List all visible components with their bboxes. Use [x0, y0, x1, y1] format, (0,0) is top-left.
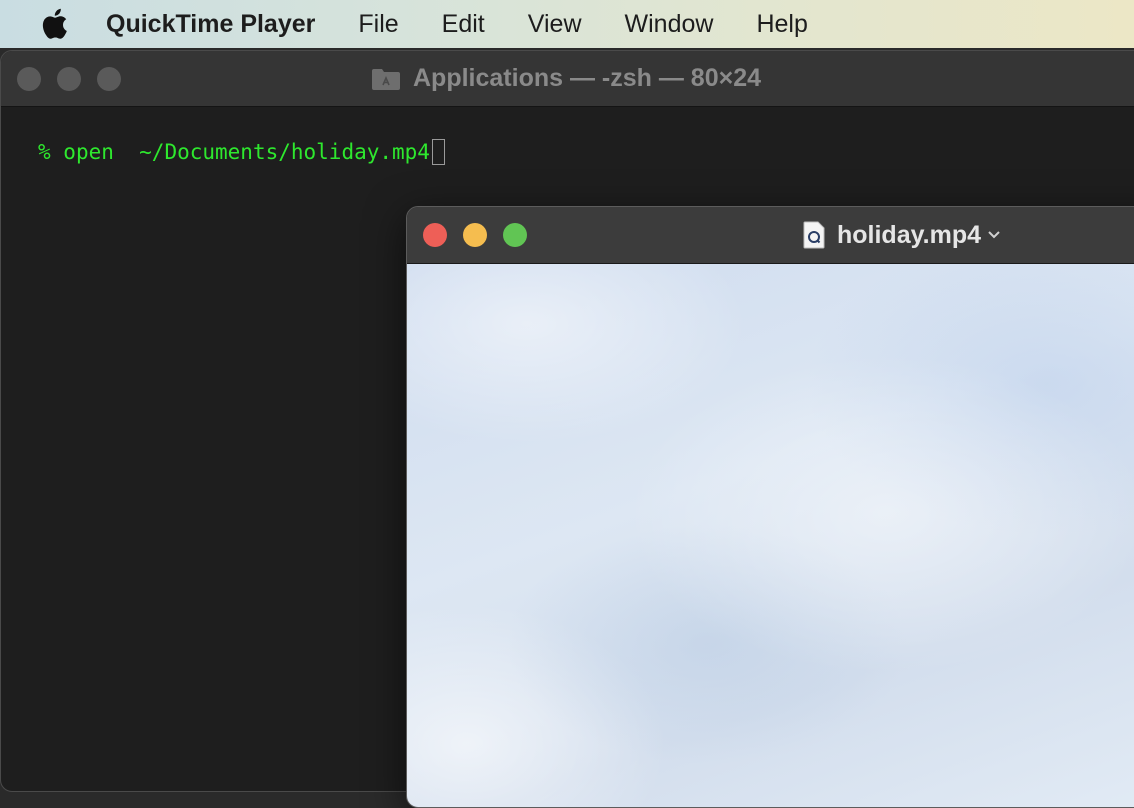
quicktime-close-button[interactable] [423, 223, 447, 247]
folder-icon [372, 68, 400, 90]
terminal-command-line: % open ~/Documents/holiday.mp4 [38, 139, 1134, 165]
terminal-title-text: Applications — -zsh — 80×24 [413, 64, 762, 92]
chevron-down-icon[interactable] [987, 230, 1001, 240]
terminal-command: open ~/Documents/holiday.mp4 [63, 140, 430, 164]
quicktime-zoom-button[interactable] [503, 223, 527, 247]
terminal-close-button[interactable] [17, 67, 41, 91]
terminal-cursor [431, 139, 445, 165]
menu-app-name[interactable]: QuickTime Player [106, 0, 315, 48]
menu-edit[interactable]: Edit [442, 0, 485, 48]
quicktime-minimize-button[interactable] [463, 223, 487, 247]
terminal-title: Applications — -zsh — 80×24 [371, 51, 761, 106]
video-frame[interactable] [407, 264, 1134, 807]
quicktime-window[interactable]: holiday.mp4 [406, 206, 1134, 808]
video-file-icon [803, 221, 825, 249]
terminal-zoom-button[interactable] [97, 67, 121, 91]
menu-window[interactable]: Window [625, 0, 714, 48]
terminal-prompt: % [38, 140, 64, 164]
menu-help[interactable]: Help [756, 0, 807, 48]
quicktime-title[interactable]: holiday.mp4 [803, 207, 1001, 263]
apple-menu-icon[interactable] [40, 8, 68, 40]
terminal-content[interactable]: % open ~/Documents/holiday.mp4 [1, 107, 1134, 165]
terminal-minimize-button[interactable] [57, 67, 81, 91]
quicktime-titlebar[interactable]: holiday.mp4 [407, 207, 1134, 264]
quicktime-title-text: holiday.mp4 [837, 220, 982, 249]
menu-file[interactable]: File [358, 0, 398, 48]
menu-view[interactable]: View [528, 0, 582, 48]
menu-bar: QuickTime Player File Edit View Window H… [0, 0, 1134, 48]
terminal-titlebar[interactable]: Applications — -zsh — 80×24 [1, 51, 1134, 107]
